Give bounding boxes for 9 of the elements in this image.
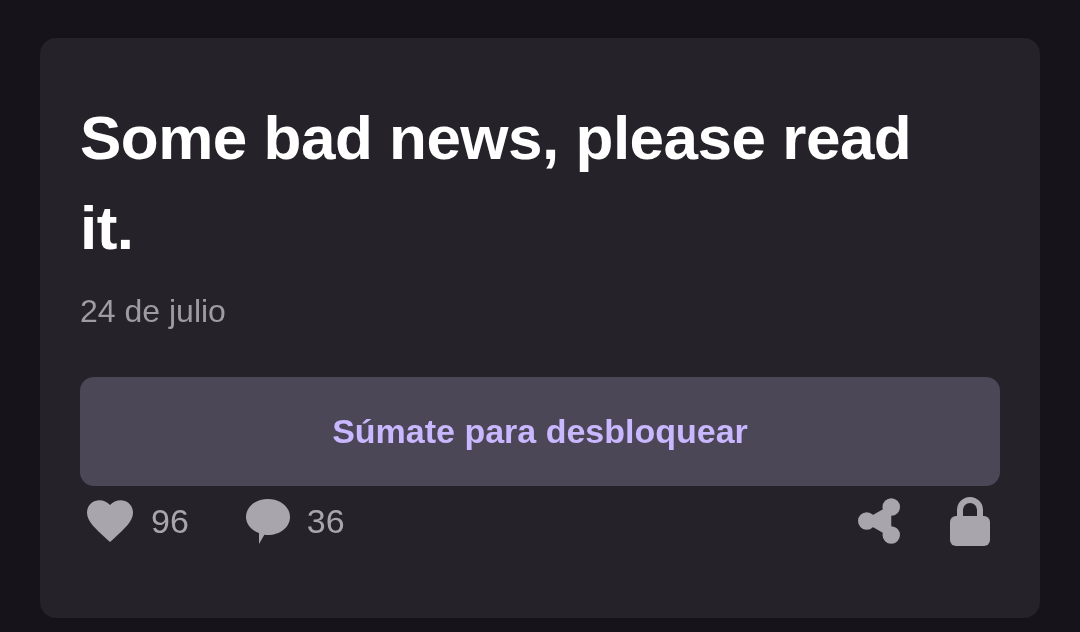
like-count: 96: [151, 500, 189, 542]
post-date: 24 de julio: [80, 292, 226, 331]
lock-icon[interactable]: [948, 496, 992, 546]
share-icon[interactable]: [858, 498, 900, 544]
heart-icon[interactable]: [85, 499, 135, 543]
post-title: Some bad news, please read it.: [80, 102, 913, 264]
unlock-button[interactable]: Súmate para desbloquear: [80, 377, 1000, 486]
comment-count: 36: [306, 500, 345, 542]
comment-icon[interactable]: [244, 497, 291, 545]
